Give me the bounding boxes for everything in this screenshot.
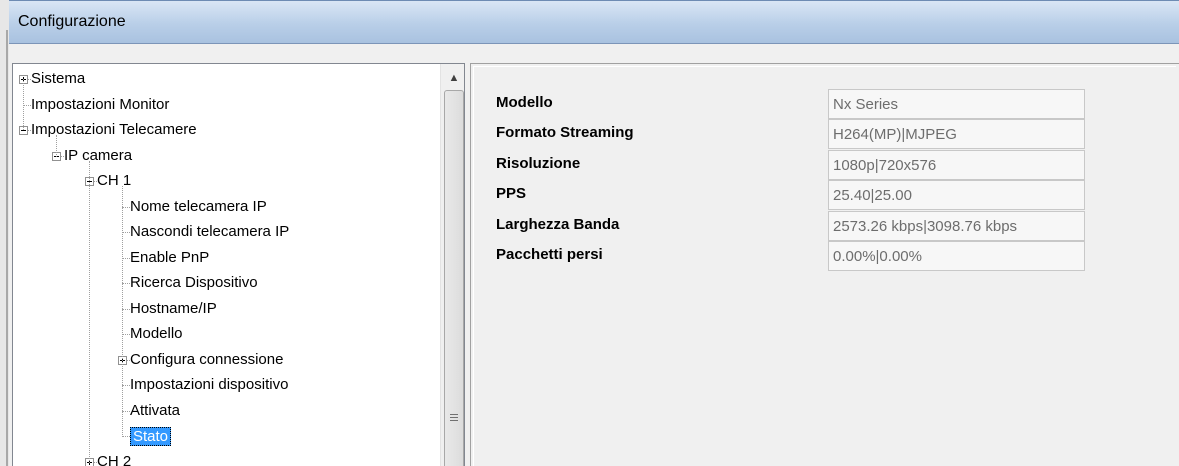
- status-label: Risoluzione: [496, 154, 581, 172]
- tree-connector: [23, 79, 24, 130]
- tree-connector: [122, 385, 130, 386]
- tree-item-label: IP camera: [64, 146, 133, 164]
- tree-connector: [23, 104, 31, 106]
- tree-connector: [56, 135, 57, 157]
- tree-item-label: Nascondi telecamera IP: [130, 223, 290, 240]
- status-value-field: Nx Series: [828, 89, 1085, 119]
- scroll-up-icon[interactable]: ▲: [444, 68, 464, 88]
- tree-item-label: CH 1: [97, 172, 132, 189]
- window-titlebar[interactable]: Configurazione: [9, 0, 1179, 44]
- tree-connector: [122, 436, 130, 437]
- tree-item-label: Impostazioni dispositivo: [130, 376, 289, 393]
- tree-connector: [89, 160, 90, 463]
- window-title: Configurazione: [18, 13, 126, 30]
- status-value-field: 2573.26 kbps|3098.76 kbps: [828, 210, 1085, 241]
- tree-item-label: Hostname/IP: [130, 299, 217, 317]
- status-label: Modello: [496, 94, 553, 111]
- tree-connector: [122, 232, 130, 233]
- tree-connector: [122, 308, 130, 310]
- tree-connector: [122, 257, 130, 259]
- tree-item-label: Impostazioni Monitor: [31, 95, 170, 113]
- tree-item-label: Configura connessione: [130, 350, 284, 368]
- tree-connector: [122, 283, 130, 284]
- status-label: Formato Streaming: [496, 124, 634, 142]
- tree-connector: [122, 186, 123, 437]
- tree-item-label: Stato: [130, 427, 172, 446]
- tree-item-label: CH 2: [97, 452, 132, 466]
- status-value-field: 25.40|25.00: [828, 180, 1085, 211]
- tree-connector: [122, 334, 130, 335]
- tree-item-label: Ricerca Dispositivo: [130, 274, 258, 291]
- grip-icon: [450, 414, 458, 422]
- status-label: Larghezza Banda: [496, 215, 620, 233]
- tree-item-label: Sistema: [31, 70, 86, 87]
- tree-item-label: Modello: [130, 325, 183, 342]
- status-label: PPS: [496, 185, 527, 203]
- tree-connector: [122, 206, 130, 208]
- status-value-field: H264(MP)|MJPEG: [828, 119, 1085, 150]
- tree-item-label: Attivata: [130, 401, 181, 419]
- config-tree: Sistema Impostazioni Monitor Impostazioni …: [13, 64, 441, 466]
- tree-scrollbar[interactable]: ▲: [440, 64, 464, 466]
- tree-connector: [122, 410, 130, 412]
- status-label: Pacchetti persi: [496, 246, 603, 263]
- config-tree-panel[interactable]: Sistema Impostazioni Monitor Impostazioni …: [12, 63, 465, 466]
- tree-item-label: Enable PnP: [130, 248, 210, 266]
- status-value-field: 1080p|720x576: [828, 149, 1085, 180]
- scrollbar-thumb[interactable]: [444, 90, 464, 466]
- tree-item-label: Nome telecamera IP: [130, 197, 267, 215]
- status-value-field: 0.00%|0.00%: [828, 241, 1085, 271]
